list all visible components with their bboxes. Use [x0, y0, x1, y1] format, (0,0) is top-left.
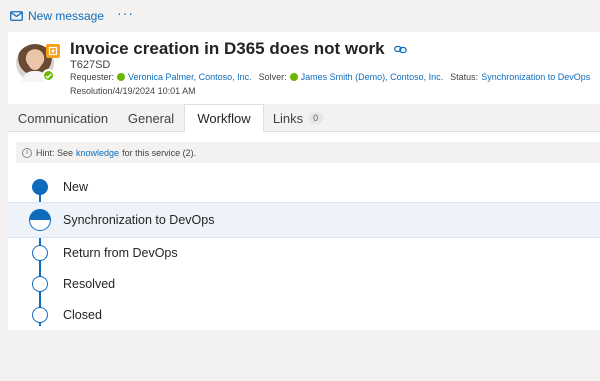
more-options-button[interactable]: ··· — [117, 6, 134, 24]
link-icon[interactable] — [393, 45, 407, 54]
requester-link[interactable]: Veronica Palmer, Contoso, Inc. — [128, 72, 252, 82]
knowledge-link[interactable]: knowledge — [76, 148, 119, 158]
workflow-step-label: New — [63, 179, 89, 194]
workflow-step-label: Closed — [63, 307, 102, 322]
tab-general[interactable]: General — [118, 104, 184, 132]
status-label: Status: — [450, 72, 479, 82]
command-bar: New message ··· — [0, 0, 600, 31]
ticket-title: Invoice creation in D365 does not work — [70, 39, 385, 58]
tab-label: Workflow — [197, 110, 251, 126]
check-icon — [117, 73, 126, 81]
workflow-step-return-from-devops[interactable]: Return from DevOps — [8, 237, 600, 268]
tab-workflow[interactable]: Workflow — [184, 104, 264, 132]
step-pending-indicator — [32, 306, 48, 323]
check-icon — [289, 73, 298, 81]
workflow-step-label: Return from DevOps — [63, 245, 178, 260]
workflow-step-label: Resolved — [63, 276, 116, 291]
workflow-step-synchronization[interactable]: Synchronization to DevOps — [8, 202, 600, 238]
tab-links[interactable]: Links 0 — [266, 104, 330, 132]
workflow-step-resolved[interactable]: Resolved — [8, 268, 600, 299]
workflow-step-new[interactable]: New — [8, 171, 600, 202]
status-link[interactable]: Synchronization to DevOps — [481, 72, 590, 82]
step-pending-indicator — [32, 244, 48, 261]
solver-label: Solver: — [258, 72, 287, 82]
hint-bar: i Hint: See knowledge for this service (… — [16, 142, 600, 163]
step-done-indicator — [32, 178, 48, 195]
tab-label: Communication — [17, 110, 109, 126]
ticket-id: T627SD — [70, 59, 111, 71]
tab-communication[interactable]: Communication — [8, 104, 118, 132]
hint-prefix: Hint: See — [36, 147, 74, 158]
ticket-type-icon — [46, 44, 60, 58]
info-icon: i — [22, 147, 32, 158]
ticket-meta: Requester: Veronica Palmer, Contoso, Inc… — [70, 72, 590, 82]
links-count-badge: 0 — [308, 112, 324, 124]
workflow-step-label: Synchronization to DevOps — [63, 213, 215, 227]
ticket-panel: Invoice creation in D365 does not work T… — [8, 32, 600, 330]
new-message-label: New message — [28, 8, 105, 23]
mail-icon — [10, 10, 23, 21]
step-current-indicator — [29, 209, 51, 231]
tab-label: Links — [272, 110, 304, 126]
tab-label: General — [127, 110, 175, 126]
new-message-button[interactable]: New message — [10, 9, 104, 23]
hint-suffix: for this service (2). — [122, 147, 197, 158]
step-pending-indicator — [32, 275, 48, 292]
ticket-title-row: Invoice creation in D365 does not work — [70, 39, 407, 59]
resolution-date: Resolution/4/19/2024 10:01 AM — [70, 86, 196, 96]
tabs: Communication General Workflow Links 0 — [8, 104, 600, 132]
workflow-step-closed[interactable]: Closed — [8, 299, 600, 330]
requester-label: Requester: — [70, 72, 115, 82]
check-icon — [42, 69, 55, 82]
solver-link[interactable]: James Smith (Demo), Contoso, Inc. — [301, 72, 444, 82]
